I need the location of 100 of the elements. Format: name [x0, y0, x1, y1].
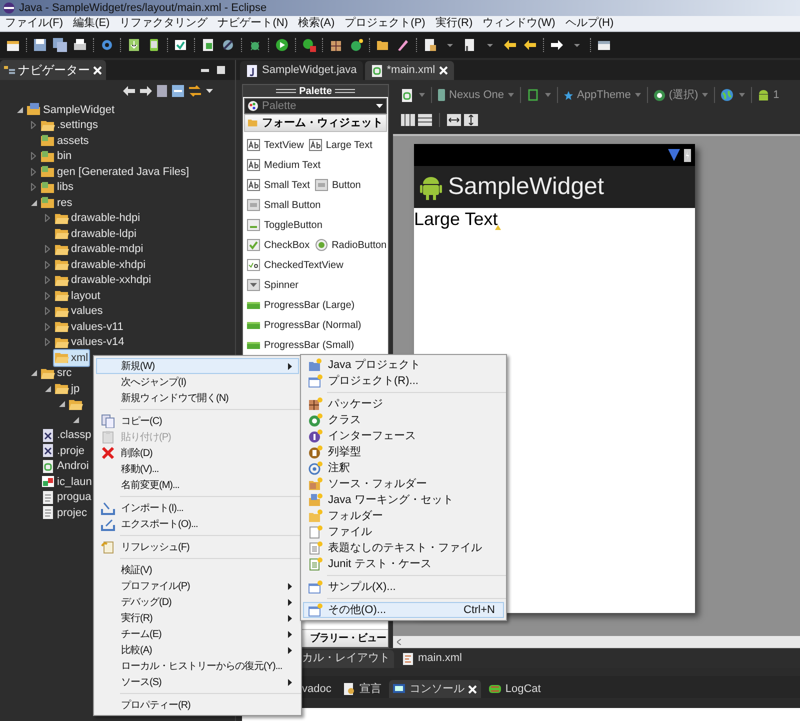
tree-item[interactable]: values	[53, 302, 105, 320]
menu-item[interactable]: プロジェクト(P)	[340, 15, 430, 32]
palette-item[interactable]: CheckedTextView	[247, 258, 344, 272]
view-tab[interactable]: LogCat	[485, 680, 545, 698]
checkbox-icon[interactable]	[174, 38, 188, 52]
menu-item[interactable]: コピー(C)	[96, 413, 299, 429]
menu-item[interactable]: 実行(R)	[430, 15, 478, 32]
link-arrows-icon[interactable]	[189, 85, 201, 97]
collapsed-arrow-icon[interactable]	[45, 260, 50, 269]
menu-item[interactable]: 新規(W)	[96, 358, 299, 374]
expanded-arrow-icon[interactable]	[58, 401, 64, 408]
menu-item[interactable]: その他(O)... Ctrl+N	[303, 602, 504, 618]
layout-file-icon[interactable]	[401, 88, 413, 102]
device-dropdown[interactable]: Nexus One	[438, 86, 514, 104]
back-arrow-icon[interactable]	[123, 86, 135, 96]
palette-item[interactable]: ProgressBar (Normal)	[247, 318, 362, 332]
tree-item[interactable]: SampleWidget	[25, 100, 117, 119]
download-icon[interactable]	[127, 38, 141, 52]
collapsed-arrow-icon[interactable]	[31, 121, 36, 130]
horizontal-resize-icon[interactable]	[447, 114, 461, 126]
palette-item[interactable]: Spinner	[247, 278, 298, 292]
expanded-arrow-icon[interactable]	[30, 200, 36, 206]
forward-arrow-icon[interactable]	[550, 38, 564, 52]
menu-item[interactable]: プロパティー(R)	[96, 697, 299, 713]
palette-item[interactable]: Small Text	[247, 178, 310, 192]
menu-item[interactable]: リファクタリング	[114, 15, 213, 32]
collapsed-arrow-icon[interactable]	[31, 168, 36, 176]
tree-item[interactable]: values-v11	[53, 318, 126, 336]
tree-item[interactable]: drawable-hdpi	[53, 209, 142, 228]
menu-item[interactable]: Java プロジェクト	[303, 357, 504, 373]
window-icon[interactable]	[597, 38, 611, 52]
theme-dropdown[interactable]: AppTheme	[564, 86, 641, 104]
menu-item[interactable]: 編集(E)	[68, 15, 115, 32]
tree-item[interactable]: layout	[53, 286, 102, 305]
menu-item[interactable]: 名前変更(M)...	[96, 477, 299, 493]
palette-item[interactable]: Small Button	[247, 198, 321, 212]
new-file-icon[interactable]	[6, 38, 20, 52]
tree-item[interactable]: src	[39, 364, 74, 382]
close-icon[interactable]	[439, 66, 448, 75]
menu-item[interactable]: パッケージ	[303, 396, 504, 412]
collapsed-arrow-icon[interactable]	[45, 292, 50, 300]
menu-item[interactable]: プロファイル(P)	[96, 578, 299, 594]
expanded-arrow-icon[interactable]	[72, 416, 78, 423]
view-tab[interactable]: vadoc	[298, 680, 336, 698]
device-icon[interactable]	[147, 38, 161, 52]
rows-icon[interactable]	[418, 114, 432, 126]
save-icon[interactable]	[33, 38, 47, 52]
tree-item[interactable]: res	[39, 194, 74, 212]
menu-item[interactable]: エクスポート(O)...	[96, 516, 299, 532]
close-icon[interactable]	[468, 684, 478, 694]
save-all-icon[interactable]	[53, 38, 67, 52]
navigator-tab[interactable]: ナビゲーター	[0, 60, 106, 80]
collapsed-arrow-icon[interactable]	[45, 307, 50, 316]
tree-item[interactable]: drawable-ldpi	[53, 224, 138, 243]
menu-item[interactable]: インポート(I)...	[96, 500, 299, 516]
palette-item[interactable]: ProgressBar (Large)	[247, 298, 355, 312]
tree-item[interactable]: drawable-xhdpi	[53, 256, 148, 274]
editor-tab[interactable]: SampleWidget.java	[240, 61, 363, 80]
tree-item[interactable]: drawable-xxhdpi	[53, 271, 154, 290]
tree-item[interactable]: .proje	[39, 442, 87, 460]
dropdown-caret-icon[interactable]	[206, 89, 213, 93]
tree-item[interactable]: projec	[39, 504, 89, 522]
menu-item[interactable]: 表題なしのテキスト・ファイル	[303, 540, 504, 556]
menu-item[interactable]: フォルダー	[303, 508, 504, 524]
minimize-icon[interactable]	[201, 68, 209, 72]
view-tab[interactable]: 宣言	[339, 680, 386, 698]
api-level-dropdown[interactable]: 1	[758, 86, 780, 104]
menu-item[interactable]: 削除(D)	[96, 445, 299, 461]
large-text-view[interactable]: Large Text	[414, 208, 498, 230]
menu-item[interactable]: Java ワーキング・セット	[303, 492, 504, 508]
activity-dropdown[interactable]: (選択)	[654, 86, 708, 104]
close-icon[interactable]	[93, 66, 102, 74]
tree-item[interactable]: jp	[53, 380, 82, 398]
palette-item[interactable]: TextView	[247, 138, 304, 152]
menu-item[interactable]: Junit テスト・ケース	[303, 556, 504, 572]
forward-arrow-icon[interactable]	[140, 86, 152, 96]
collapsed-arrow-icon[interactable]	[45, 245, 50, 254]
screen-rotate-icon[interactable]	[527, 89, 540, 101]
tree-item[interactable]: bin	[39, 147, 74, 166]
menu-item[interactable]: 新規ウィンドウで開く(N)	[96, 390, 299, 406]
menu-item[interactable]: 検索(A)	[293, 15, 340, 32]
collapsed-arrow-icon[interactable]	[31, 183, 36, 192]
scroll-left-icon[interactable]	[397, 639, 401, 645]
back-arrow-icon[interactable]	[503, 38, 517, 52]
tree-item[interactable]: .settings	[39, 116, 100, 134]
menu-item[interactable]: 列挙型	[303, 444, 504, 460]
palette-item[interactable]: ToggleButton	[247, 218, 322, 232]
expanded-arrow-icon[interactable]	[44, 386, 50, 392]
expanded-arrow-icon[interactable]	[16, 106, 22, 113]
menu-item[interactable]: ローカル・ヒストリーからの復元(Y)...	[96, 658, 299, 674]
menu-item[interactable]: プロジェクト(R)...	[303, 373, 504, 389]
tree-item[interactable]: gen [Generated Java Files]	[39, 162, 192, 181]
tree-item[interactable]: ic_laun	[39, 472, 94, 491]
tree-item[interactable]: drawable-mdpi	[53, 240, 146, 258]
menu-item[interactable]: リフレッシュ(F)	[96, 539, 299, 555]
menu-item[interactable]: クラス	[303, 412, 504, 428]
menu-item[interactable]: ナビゲート(N)	[212, 15, 293, 32]
menu-item[interactable]: ソース・フォルダー	[303, 476, 504, 492]
editor-tab[interactable]: *main.xml	[364, 61, 454, 80]
menu-item[interactable]: デバッグ(D)	[96, 594, 299, 610]
